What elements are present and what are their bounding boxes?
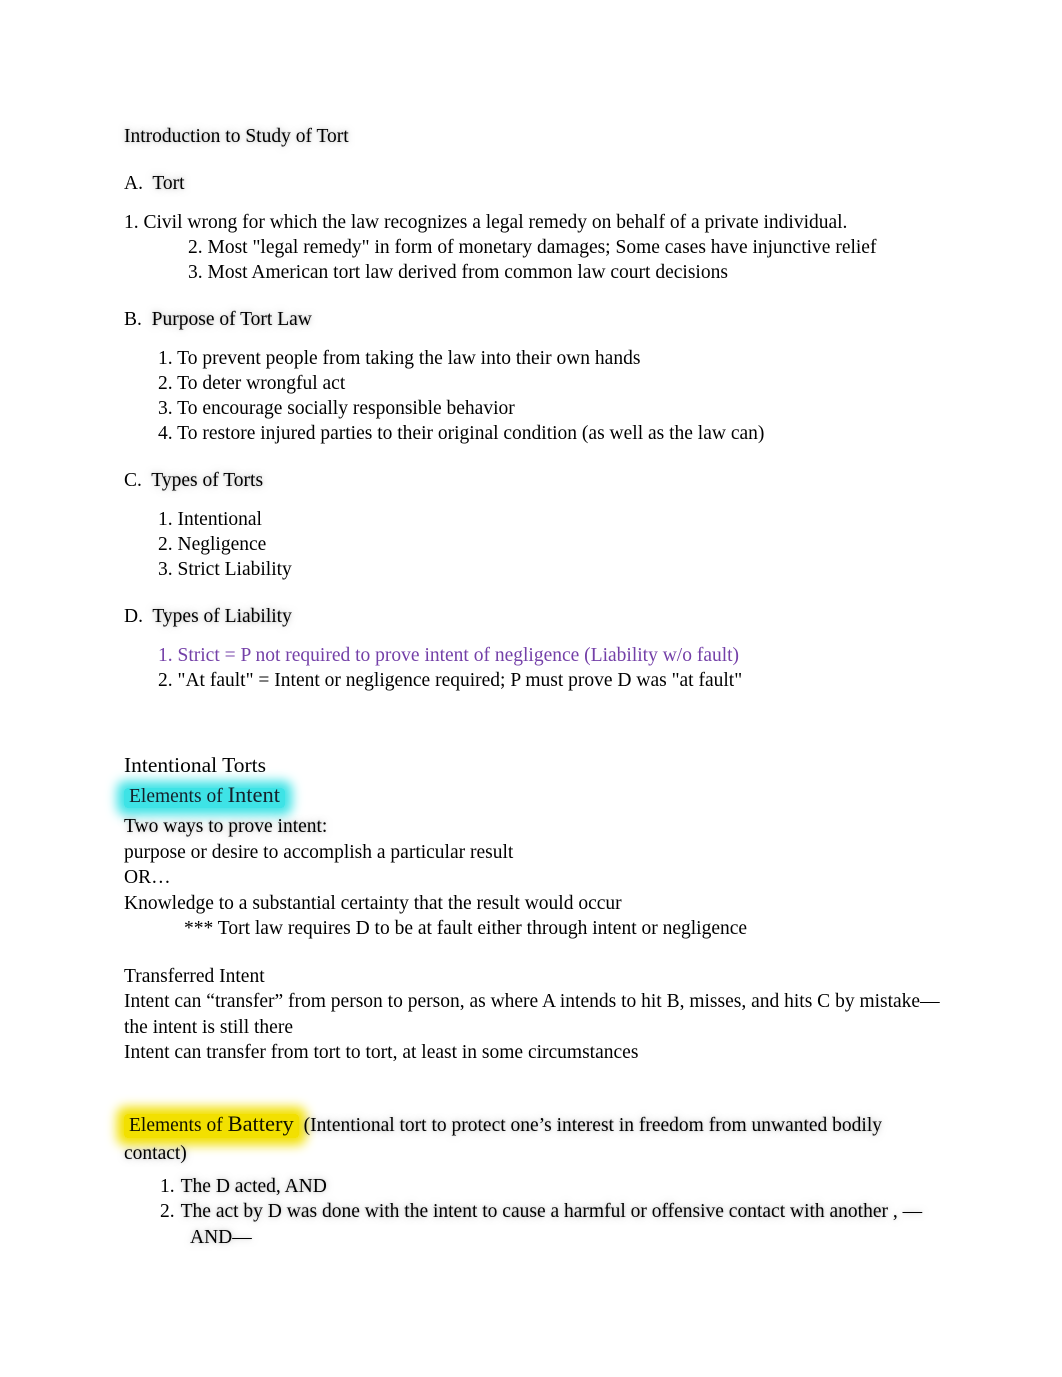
highlight-elements-of-intent: Elements of Intent (124, 780, 940, 813)
intent-line-1: Two ways to prove intent: (124, 816, 328, 837)
transferred-intent-line-2: Intent can transfer from tort to tort, a… (124, 1042, 639, 1063)
section-heading-b: B. Purpose of Tort Law (124, 307, 940, 332)
section-list-a: 1. Civil wrong for which the law recogni… (124, 210, 940, 285)
heading-transferred-intent: Transferred Intent (124, 965, 265, 987)
intent-line-2: purpose or desire to accomplish a partic… (124, 841, 514, 863)
section-list-d: 1. Strict = P not required to prove inte… (124, 643, 940, 693)
list-item: 3. Strict Liability (158, 559, 292, 580)
document-title: Introduction to Study of Tort (124, 126, 349, 147)
list-item: 2. Most "legal remedy" in form of moneta… (188, 237, 877, 258)
battery-element-list: 1. The D acted, AND 2. The act by D was do… (124, 1174, 940, 1251)
intent-line-3: OR… (124, 867, 171, 888)
yellow-highlight: Elements of Battery (124, 1110, 299, 1138)
list-item: 3. Most American tort law derived from c… (188, 262, 728, 283)
list-item: 3. To encourage socially responsible beh… (158, 398, 515, 419)
section-heading-d: D. Types of Liability (124, 604, 940, 629)
list-item: 1. Civil wrong for which the law recogni… (124, 212, 848, 233)
battery-paragraph: Elements of Battery (Intentional tort to… (124, 1110, 940, 1168)
section-letter-b: B. (124, 309, 142, 330)
list-item-number: 2. (160, 1201, 175, 1222)
cyan-highlight: Elements of Intent (124, 782, 286, 808)
document-body: Introduction to Study of Tort A. Tort 1.… (124, 124, 940, 1250)
intent-note: *** Tort law requires D to be at fault e… (184, 918, 748, 939)
list-item-text: The D acted, AND (180, 1175, 327, 1197)
list-item: 1. Intentional (158, 509, 262, 530)
battery-label: Battery (227, 1110, 294, 1136)
list-item: 2. The act by D was done with the intent … (160, 1199, 940, 1250)
list-item: 1. To prevent people from taking the law… (158, 348, 641, 369)
document-page: Introduction to Study of Tort A. Tort 1.… (0, 0, 1062, 1377)
elements-of-label: Elements of (129, 1114, 228, 1136)
section-title-a: Tort (152, 173, 185, 194)
section-list-b: 1. To prevent people from taking the law… (124, 346, 940, 446)
intent-line-4: Knowledge to a substantial certainty tha… (124, 892, 622, 914)
section-title-d: Types of Liability (152, 606, 292, 627)
intent-label: Intent (227, 782, 281, 807)
list-item-text: The act by D was done with the intent to… (180, 1201, 923, 1248)
list-item-strict-liability: 1. Strict = P not required to prove inte… (158, 645, 740, 666)
list-item-number: 1. (160, 1175, 175, 1197)
list-item: 2. "At fault" = Intent or negligence req… (158, 670, 743, 691)
section-title-b: Purpose of Tort Law (151, 309, 312, 330)
section-heading-c: C. Types of Torts (124, 468, 940, 493)
section-letter-a: A. (124, 173, 143, 194)
section-title-c: Types of Torts (151, 470, 264, 491)
section-heading-a: A. Tort (124, 171, 940, 196)
section-letter-c: C. (124, 470, 142, 491)
list-item: 4. To restore injured parties to their o… (158, 423, 765, 444)
list-item: 2. Negligence (158, 534, 267, 555)
section-letter-d: D. (124, 606, 143, 627)
elements-of-label: Elements of (129, 786, 228, 807)
section-list-c: 1. Intentional 2. Negligence 3. Strict L… (124, 507, 940, 582)
list-item: 1. The D acted, AND (160, 1174, 940, 1200)
transferred-intent-line-1: Intent can “transfer” from person to per… (124, 991, 940, 1038)
heading-intentional-torts: Intentional Torts (124, 753, 267, 777)
list-item: 2. To deter wrongful act (158, 373, 346, 394)
